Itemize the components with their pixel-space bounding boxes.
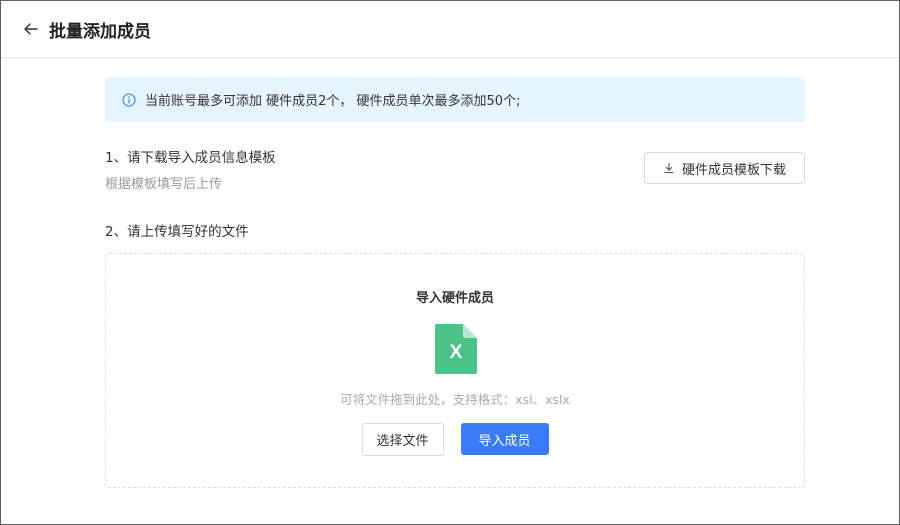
upload-hint: 可将文件拖到此处，支持格式：xsl、xslx bbox=[340, 392, 570, 407]
upload-dropzone[interactable]: 导入硬件成员 X 可将文件拖到此处，支持格式：xsl、xslx 选择文件 导入成… bbox=[105, 253, 805, 488]
upload-title: 导入硬件成员 bbox=[415, 291, 494, 306]
app-window: 批量添加成员 当前账号最多可添加 硬件成员2个， 硬件成员单次最多添加50个; … bbox=[0, 0, 900, 525]
page-header: 批量添加成员 bbox=[1, 1, 899, 58]
arrow-left-icon[interactable] bbox=[23, 21, 39, 37]
info-circle-icon bbox=[122, 92, 136, 107]
download-icon bbox=[663, 162, 675, 174]
notice-text: 当前账号最多可添加 硬件成员2个， 硬件成员单次最多添加50个; bbox=[145, 94, 521, 109]
file-letter: X bbox=[450, 342, 463, 363]
main-content: 当前账号最多可添加 硬件成员2个， 硬件成员单次最多添加50个; 1、请下载导入… bbox=[105, 77, 805, 488]
import-members-button[interactable]: 导入成员 bbox=[460, 423, 549, 455]
step-download-template: 1、请下载导入成员信息模板 根据模板填写后上传 硬件成员模板下载 bbox=[105, 146, 805, 196]
step2-title: 2、请上传填写好的文件 bbox=[105, 224, 249, 240]
choose-file-button[interactable]: 选择文件 bbox=[361, 423, 444, 456]
page-title: 批量添加成员 bbox=[49, 21, 151, 42]
quota-notice: 当前账号最多可添加 硬件成员2个， 硬件成员单次最多添加50个; bbox=[105, 77, 805, 122]
template-download-button[interactable]: 硬件成员模板下载 bbox=[644, 152, 805, 184]
download-button-label: 硬件成员模板下载 bbox=[681, 162, 786, 178]
upload-actions: 选择文件 导入成员 bbox=[106, 423, 804, 456]
excel-file-icon: X bbox=[435, 324, 477, 374]
